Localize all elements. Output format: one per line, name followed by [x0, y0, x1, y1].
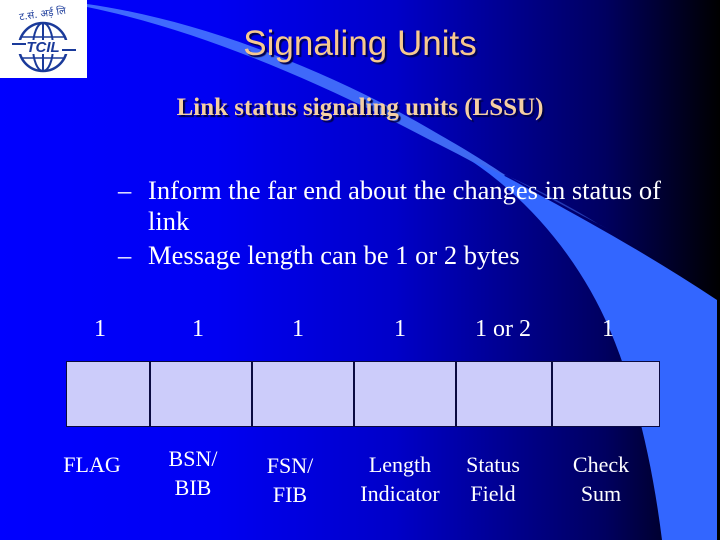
field-size-status-field: 1 or 2	[475, 316, 531, 342]
frame-cell-status-field	[457, 362, 553, 426]
field-size-length-indicator: 1	[394, 316, 406, 342]
slide-subtitle: Link status signaling units (LSSU)	[176, 94, 544, 121]
field-name-line: Status	[466, 452, 520, 477]
field-name-line: Field	[470, 481, 516, 506]
bullet-text-line: Message length can be 1 or 2 bytes	[148, 240, 520, 270]
bullet-item: – Inform the far end about the changes i…	[118, 175, 698, 237]
field-name-line: Check	[572, 452, 630, 477]
bullet-text-line: link	[148, 206, 190, 236]
field-name-status-field: Status Field	[433, 450, 553, 508]
slide-title: Signaling Units	[243, 24, 477, 63]
field-size-flag: 1	[94, 316, 106, 342]
field-name-line: FIB	[272, 482, 308, 507]
field-name-fsn-fib: FSN/ FIB	[230, 451, 350, 509]
frame-cell-bsn-bib	[151, 362, 253, 426]
bullet-dash: –	[118, 240, 132, 270]
lssu-frame-diagram	[66, 361, 660, 427]
field-size-check-sum: 1	[602, 316, 614, 342]
field-name-check-sum: Check Sum	[541, 450, 661, 508]
slide: TCIL ट.सं. अर्ड़ लि Signaling Units Link…	[0, 0, 720, 540]
field-name-line: Sum	[580, 481, 622, 506]
frame-cell-fsn-fib	[253, 362, 355, 426]
bullet-list: – Inform the far end about the changes i…	[118, 175, 698, 274]
field-size-fsn-fib: 1	[292, 316, 304, 342]
bullet-item: – Message length can be 1 or 2 bytes	[118, 240, 698, 271]
field-size-bsn-bib: 1	[192, 316, 204, 342]
field-name-line: FSN/	[266, 453, 314, 478]
frame-cell-length-indicator	[355, 362, 457, 426]
frame-cell-check-sum	[553, 362, 659, 426]
svg-text:ट.सं. अर्ड़ लि: ट.सं. अर्ड़ लि	[19, 5, 67, 23]
bullet-text-line: Inform the far end about the changes in …	[148, 175, 661, 205]
frame-cell-flag	[67, 362, 151, 426]
bullet-dash: –	[118, 175, 132, 205]
